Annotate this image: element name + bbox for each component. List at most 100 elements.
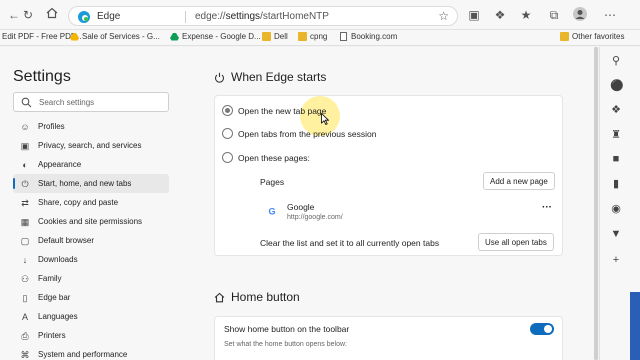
outlook-icon[interactable]: ◉	[610, 203, 622, 215]
home-icon[interactable]	[44, 7, 60, 23]
folder-icon	[560, 32, 569, 41]
settings-nav: ☺ Profiles ▣ Privacy, search, and services ◐…	[13, 117, 169, 360]
add-page-button[interactable]: Add a new page	[483, 172, 555, 190]
svg-text:G: G	[269, 207, 276, 217]
sidebar-item-family[interactable]: ⚇ Family	[13, 269, 169, 288]
home-icon	[214, 292, 225, 302]
sidebar-item-label: Share, copy and paste	[38, 198, 119, 207]
home-card: Show home button on the toolbar Set what…	[214, 316, 563, 360]
sidebar-item-power[interactable]: ⏻ Start, home, and new tabs	[13, 174, 169, 193]
page-url: http://google.com/	[287, 214, 343, 221]
search-icon[interactable]: ⚲	[610, 55, 622, 67]
show-home-button-label: Show home button on the toolbar	[224, 324, 350, 334]
split-screen-icon[interactable]: ▣	[466, 7, 482, 23]
lock-icon: ▣	[20, 141, 30, 151]
startup-section-title: When Edge starts	[214, 70, 326, 84]
sidebar-item-system[interactable]: ⌘ System and performance	[13, 345, 169, 360]
radio-button[interactable]	[222, 105, 233, 116]
home-section-title: Home button	[214, 290, 300, 304]
shopping-tag-icon[interactable]: ⚫	[610, 80, 624, 92]
drop-icon[interactable]: ▼	[610, 228, 622, 240]
other-favorites[interactable]: Other favorites	[560, 32, 624, 41]
collections-icon[interactable]: ⧉	[546, 7, 562, 23]
avatar[interactable]	[572, 7, 588, 23]
games-icon[interactable]: ♜	[610, 129, 622, 141]
favorite-label: cpng	[310, 32, 328, 41]
sidebar-item-label: Languages	[38, 312, 78, 321]
pages-label: Pages	[260, 177, 285, 187]
favorite-label: Sale of Services - G...	[82, 32, 160, 41]
browser-icon: ▢	[20, 236, 30, 246]
favorite-item[interactable]: Dell	[262, 32, 288, 41]
power-icon: ⏻	[21, 179, 29, 189]
page-more-button[interactable]: ···	[542, 202, 552, 213]
extensions-icon[interactable]: ❖	[492, 7, 508, 23]
startup-option-new-tab[interactable]: Open the new tab page	[222, 105, 326, 116]
startup-option-these-pages[interactable]: Open these pages:	[222, 152, 310, 163]
appearance-icon: ◐	[22, 160, 28, 170]
edge-bar-icon: ▯	[22, 293, 28, 303]
sidebar-item-printer[interactable]: ⎙ Printers	[13, 326, 169, 345]
search-icon	[21, 97, 32, 108]
favorite-item[interactable]: Booking.com	[339, 32, 397, 41]
folder-icon	[298, 32, 307, 41]
radio-button[interactable]	[222, 128, 233, 139]
sidebar-item-appearance[interactable]: ◐ Appearance	[13, 155, 169, 174]
startup-option-previous-session[interactable]: Open tabs from the previous session	[222, 128, 376, 139]
settings-sidebar: Settings ☺ Profiles ▣ Privacy, search, and …	[0, 47, 185, 360]
scrollbar-thumb[interactable]	[594, 47, 598, 360]
mouse-cursor-icon	[321, 113, 329, 125]
more-options-icon[interactable]: ⋯	[602, 7, 618, 23]
favorite-label: Dell	[274, 32, 288, 41]
startup-title: When Edge starts	[231, 70, 327, 84]
office-icon[interactable]: ▮	[610, 178, 622, 190]
sidebar-item-cookie[interactable]: ▦ Cookies and site permissions	[13, 212, 169, 231]
radio-button[interactable]	[222, 152, 233, 163]
favorite-item[interactable]: Expense - Google D...	[170, 32, 261, 41]
sidebar-item-language[interactable]: A Languages	[13, 307, 169, 326]
option-label: Open tabs from the previous session	[238, 128, 377, 139]
option-label: Open these pages:	[238, 152, 310, 163]
add-favorite-icon[interactable]: ☆	[438, 9, 449, 23]
page-name: Google	[287, 202, 315, 212]
favorite-item[interactable]: Sale of Services - G...	[70, 32, 160, 41]
page-icon	[339, 32, 348, 41]
home-button-toggle[interactable]	[530, 323, 554, 335]
refresh-icon[interactable]: ↻	[20, 7, 36, 23]
favorite-item[interactable]: cpng	[298, 32, 327, 41]
add-icon[interactable]: +	[610, 254, 622, 266]
sidebar-item-profile[interactable]: ☺ Profiles	[13, 117, 169, 136]
url-suffix: /startHomeNTP	[260, 11, 329, 22]
sidebar-item-download[interactable]: ↓ Downloads	[13, 250, 169, 269]
printer-icon: ⎙	[21, 331, 29, 341]
folder-icon	[262, 32, 271, 41]
use-all-open-tabs-button[interactable]: Use all open tabs	[478, 233, 554, 251]
tools-icon[interactable]: ❖	[610, 104, 622, 116]
system-icon: ⌘	[20, 350, 30, 360]
profile-icon: ☺	[20, 122, 30, 132]
search-input[interactable]	[39, 95, 164, 109]
favorite-label: Booking.com	[351, 32, 398, 41]
sidebar-item-label: Family	[38, 274, 62, 283]
share-icon: ⇄	[21, 198, 29, 208]
briefcase-icon[interactable]: ■	[610, 153, 622, 165]
sidebar-item-label: Default browser	[38, 236, 95, 245]
browser-toolbar: ← ↻ Edge edge://settings/startHomeNTP ☆ …	[0, 0, 640, 30]
power-icon	[214, 72, 225, 83]
drive-icon	[170, 32, 179, 41]
sidebar-item-label: Edge bar	[38, 293, 71, 302]
sidebar-item-label: Profiles	[38, 122, 65, 131]
startup-card: Open the new tab page Open tabs from the…	[214, 95, 563, 256]
sidebar-item-edge-bar[interactable]: ▯ Edge bar	[13, 288, 169, 307]
sidebar-item-browser[interactable]: ▢ Default browser	[13, 231, 169, 250]
sidebar-item-share[interactable]: ⇄ Share, copy and paste	[13, 193, 169, 212]
scrollbar[interactable]	[594, 47, 598, 360]
sidebar-item-lock[interactable]: ▣ Privacy, search, and services	[13, 136, 169, 155]
address-url: edge://settings/startHomeNTP	[195, 11, 329, 22]
search-box[interactable]	[13, 92, 169, 112]
url-main: settings	[225, 11, 261, 22]
favorites-icon[interactable]: ★	[518, 7, 534, 23]
address-bar[interactable]: Edge edge://settings/startHomeNTP ☆	[68, 6, 458, 26]
url-prefix: edge://	[195, 11, 226, 22]
sidebar-item-label: Appearance	[38, 160, 82, 169]
